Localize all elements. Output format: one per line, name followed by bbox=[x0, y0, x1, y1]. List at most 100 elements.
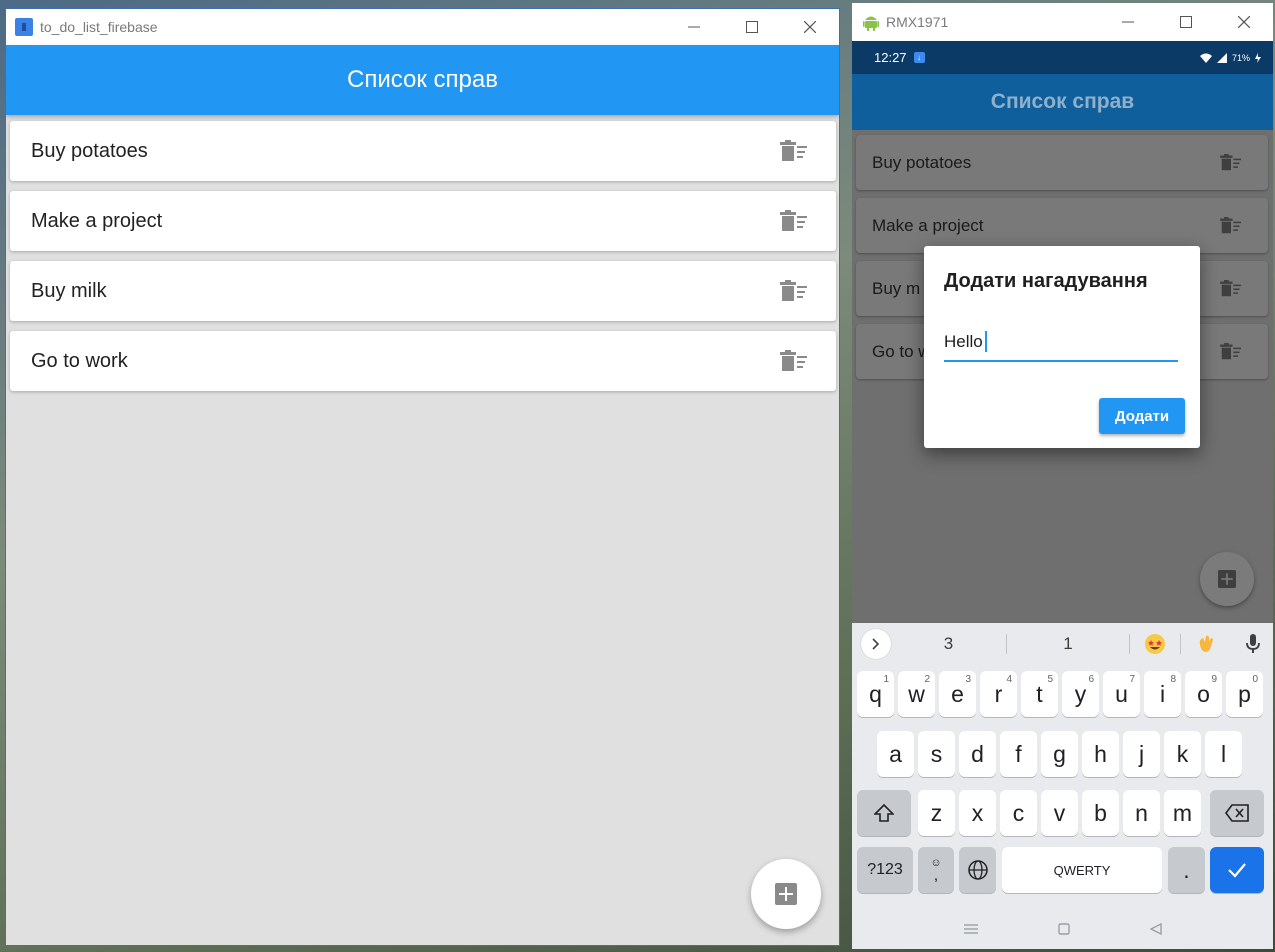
minimize-button[interactable] bbox=[665, 9, 723, 45]
key-o[interactable]: o9 bbox=[1185, 671, 1222, 717]
todo-item[interactable]: Make a project bbox=[10, 191, 836, 251]
delete-sweep-icon[interactable] bbox=[780, 280, 808, 302]
todo-text: Make a project bbox=[872, 215, 984, 235]
maximize-button[interactable] bbox=[1157, 3, 1215, 41]
key-h[interactable]: h bbox=[1082, 731, 1119, 777]
window-controls bbox=[665, 9, 839, 45]
reminder-input[interactable] bbox=[944, 324, 1178, 362]
shift-icon bbox=[874, 804, 894, 822]
status-bar: 12:27 ↓ 71% bbox=[852, 41, 1273, 74]
delete-sweep-icon[interactable] bbox=[780, 350, 808, 372]
delete-sweep-icon[interactable] bbox=[780, 140, 808, 162]
suggestion-2[interactable]: 1 bbox=[1007, 634, 1129, 654]
key-m[interactable]: m bbox=[1164, 790, 1201, 836]
key-b[interactable]: b bbox=[1082, 790, 1119, 836]
key-i[interactable]: i8 bbox=[1144, 671, 1181, 717]
key-d[interactable]: d bbox=[959, 731, 996, 777]
phone-screen: 12:27 ↓ 71% Список справ Buy potatoes Ma… bbox=[852, 41, 1273, 949]
language-key[interactable] bbox=[959, 847, 996, 893]
battery-level: 71% bbox=[1231, 52, 1250, 63]
recents-icon[interactable] bbox=[963, 924, 978, 934]
key-e[interactable]: e3 bbox=[939, 671, 976, 717]
key-c[interactable]: c bbox=[1000, 790, 1037, 836]
delete-sweep-icon[interactable] bbox=[1220, 217, 1242, 234]
home-icon[interactable] bbox=[1057, 923, 1070, 935]
page-title: Список справ bbox=[990, 90, 1135, 113]
key-j[interactable]: j bbox=[1123, 731, 1160, 777]
backspace-key[interactable] bbox=[1210, 790, 1264, 836]
key-t[interactable]: t5 bbox=[1021, 671, 1058, 717]
emulator-window: RMX1971 12:27 ↓ 71% Список справ Buy pot… bbox=[852, 3, 1273, 949]
todo-text: Buy milk bbox=[31, 279, 107, 302]
todo-item[interactable]: Buy milk bbox=[10, 261, 836, 321]
app-bar: Список справ bbox=[852, 74, 1273, 130]
key-p[interactable]: p0 bbox=[1226, 671, 1263, 717]
key-l[interactable]: l bbox=[1205, 731, 1242, 777]
todo-text: Buy potatoes bbox=[872, 152, 972, 172]
desktop-window: to_do_list_firebase Список справ Buy pot… bbox=[5, 8, 840, 946]
space-key[interactable]: QWERTY bbox=[1002, 847, 1162, 893]
app-icon bbox=[15, 18, 33, 36]
close-button[interactable] bbox=[781, 9, 839, 45]
delete-sweep-icon[interactable] bbox=[1220, 154, 1242, 171]
todo-list: Buy potatoes Make a project Buy milk Go … bbox=[10, 121, 836, 401]
maximize-icon bbox=[1180, 16, 1192, 28]
check-icon bbox=[1228, 863, 1246, 878]
emoji-comma-key[interactable]: ☺ , bbox=[918, 847, 954, 893]
todo-text: Buy m bbox=[872, 278, 921, 298]
key-x[interactable]: x bbox=[959, 790, 996, 836]
key-y[interactable]: y6 bbox=[1062, 671, 1099, 717]
suggestion-1[interactable]: 3 bbox=[891, 634, 1006, 654]
todo-item[interactable]: Go to work bbox=[10, 331, 836, 391]
add-reminder-dialog: Додати нагадування Додати bbox=[924, 246, 1200, 448]
delete-sweep-icon[interactable] bbox=[1220, 280, 1242, 297]
key-g[interactable]: g bbox=[1041, 731, 1078, 777]
period-key[interactable]: . bbox=[1168, 847, 1205, 893]
done-key[interactable] bbox=[1210, 847, 1264, 893]
window-titlebar[interactable]: to_do_list_firebase bbox=[6, 9, 839, 45]
key-q[interactable]: q1 bbox=[857, 671, 894, 717]
close-icon bbox=[1238, 16, 1250, 28]
key-k[interactable]: k bbox=[1164, 731, 1201, 777]
add-box-icon bbox=[775, 883, 797, 905]
close-button[interactable] bbox=[1215, 3, 1273, 41]
symbols-key[interactable]: ?123 bbox=[857, 847, 913, 893]
chevron-right-icon bbox=[872, 638, 880, 650]
emulator-title: RMX1971 bbox=[886, 14, 949, 30]
key-v[interactable]: v bbox=[1041, 790, 1078, 836]
key-n[interactable]: n bbox=[1123, 790, 1160, 836]
todo-text: Make a project bbox=[31, 209, 163, 232]
star-struck-emoji-icon[interactable] bbox=[1130, 633, 1180, 655]
expand-toolbar-button[interactable] bbox=[861, 629, 891, 659]
key-z[interactable]: z bbox=[918, 790, 955, 836]
shift-key[interactable] bbox=[857, 790, 911, 836]
waving-hands-emoji-icon[interactable] bbox=[1181, 633, 1233, 655]
key-f[interactable]: f bbox=[1000, 731, 1037, 777]
key-a[interactable]: a bbox=[877, 731, 914, 777]
page-title: Список справ bbox=[347, 66, 498, 93]
window-controls bbox=[1099, 3, 1273, 41]
todo-text: Buy potatoes bbox=[31, 139, 148, 162]
emulator-titlebar[interactable]: RMX1971 bbox=[852, 3, 1273, 41]
add-button[interactable]: Додати bbox=[1099, 398, 1185, 434]
minimize-button[interactable] bbox=[1099, 3, 1157, 41]
add-todo-button[interactable] bbox=[751, 859, 821, 929]
key-s[interactable]: s bbox=[918, 731, 955, 777]
signal-icon bbox=[1216, 52, 1227, 63]
back-icon[interactable] bbox=[1149, 923, 1162, 935]
key-w[interactable]: w2 bbox=[898, 671, 935, 717]
todo-item[interactable]: Make a project bbox=[856, 198, 1268, 253]
app-bar: Список справ bbox=[6, 45, 839, 115]
status-time: 12:27 bbox=[874, 50, 907, 65]
todo-item[interactable]: Buy potatoes bbox=[856, 135, 1268, 190]
maximize-button[interactable] bbox=[723, 9, 781, 45]
delete-sweep-icon[interactable] bbox=[780, 210, 808, 232]
delete-sweep-icon[interactable] bbox=[1220, 343, 1242, 360]
todo-item[interactable]: Buy potatoes bbox=[10, 121, 836, 181]
key-u[interactable]: u7 bbox=[1103, 671, 1140, 717]
key-r[interactable]: r4 bbox=[980, 671, 1017, 717]
android-icon bbox=[863, 16, 879, 31]
system-nav-bar bbox=[852, 909, 1273, 949]
microphone-icon[interactable] bbox=[1233, 634, 1273, 654]
add-todo-button[interactable] bbox=[1200, 552, 1254, 606]
